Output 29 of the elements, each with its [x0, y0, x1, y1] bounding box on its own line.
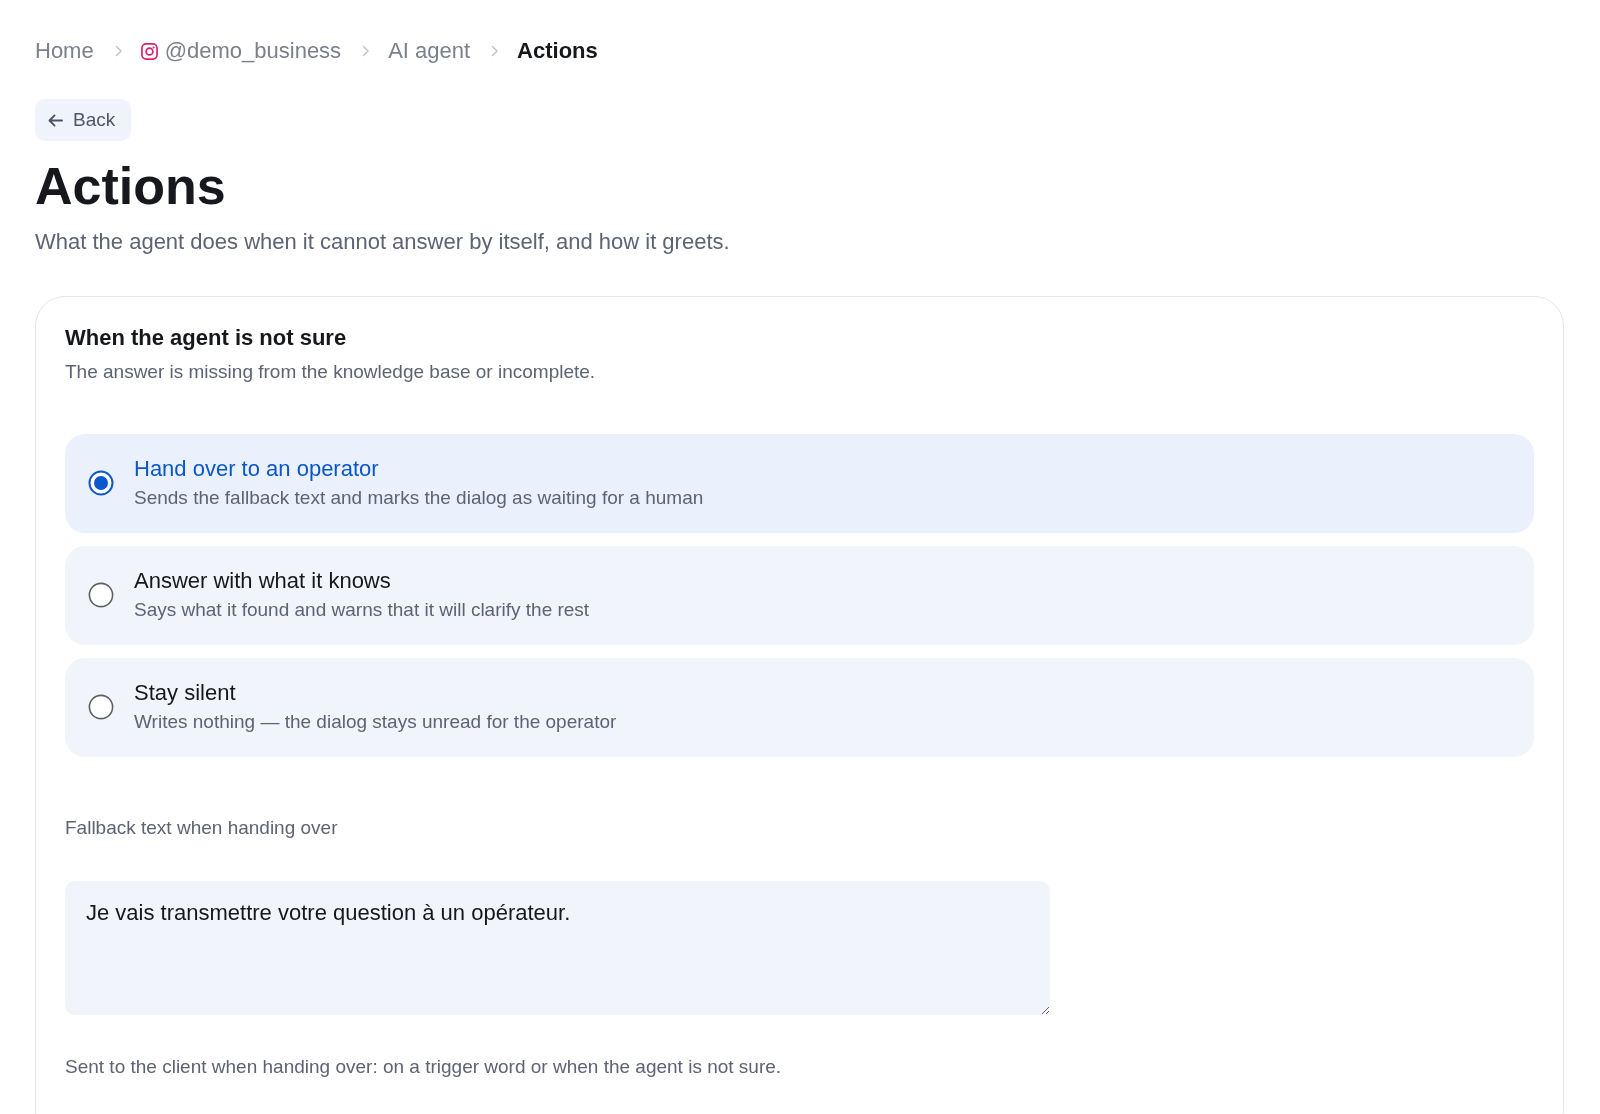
radio-empty-icon[interactable]: [88, 693, 114, 720]
field-hint: Sent to the client when handing over: on a trigger word or when the agent is not sure.: [65, 1055, 783, 1079]
left-arrow-icon: [48, 113, 63, 127]
back-button[interactable]: Back: [35, 99, 132, 141]
page-subtitle: What the agent does when it cannot answer by itself, and how it greets.: [35, 228, 731, 255]
camera-icon: [140, 42, 158, 60]
breadcrumb-current: Actions: [517, 38, 598, 64]
breadcrumb-link[interactable]: @demo_business: [164, 38, 342, 64]
option-description: Sends the fallback text and marks the dialog as waiting for a human: [134, 486, 704, 510]
radio-option[interactable]: Answer with what it knows Says what it found and warns that it will clarify the rest: [65, 546, 1534, 645]
fallback-text-field[interactable]: Je vais transmettre votre question à un opérateur.: [65, 881, 1050, 1015]
option-description: Says what it found and warns that it will clarify the rest: [134, 598, 590, 622]
radio-option[interactable]: Stay silent Writes nothing — the dialog stays unread for the operator: [65, 658, 1534, 757]
radio-option[interactable]: Hand over to an operator Sends the fallback text and marks the dialog as waiting for a human: [65, 434, 1534, 533]
option-description: Writes nothing — the dialog stays unread for the operator: [134, 710, 617, 734]
section-title: When the agent is not sure: [65, 325, 348, 351]
breadcrumb-link[interactable]: Home: [35, 38, 94, 64]
option-title: Stay silent: [134, 679, 237, 706]
breadcrumb-link[interactable]: AI agent: [388, 38, 471, 64]
page-title: Actions: [35, 156, 227, 217]
option-title: Hand over to an operator: [134, 455, 380, 482]
chevron-icon: [362, 45, 371, 57]
chevron-icon: [491, 45, 500, 57]
section-description: The answer is missing from the knowledge base or incomplete.: [65, 360, 597, 384]
option-title: Answer with what it knows: [134, 567, 392, 594]
chevron-icon: [114, 45, 123, 57]
radio-empty-icon[interactable]: [88, 581, 114, 608]
field-label: Fallback text when handing over: [65, 816, 339, 840]
radio-selected-icon[interactable]: [88, 469, 114, 496]
